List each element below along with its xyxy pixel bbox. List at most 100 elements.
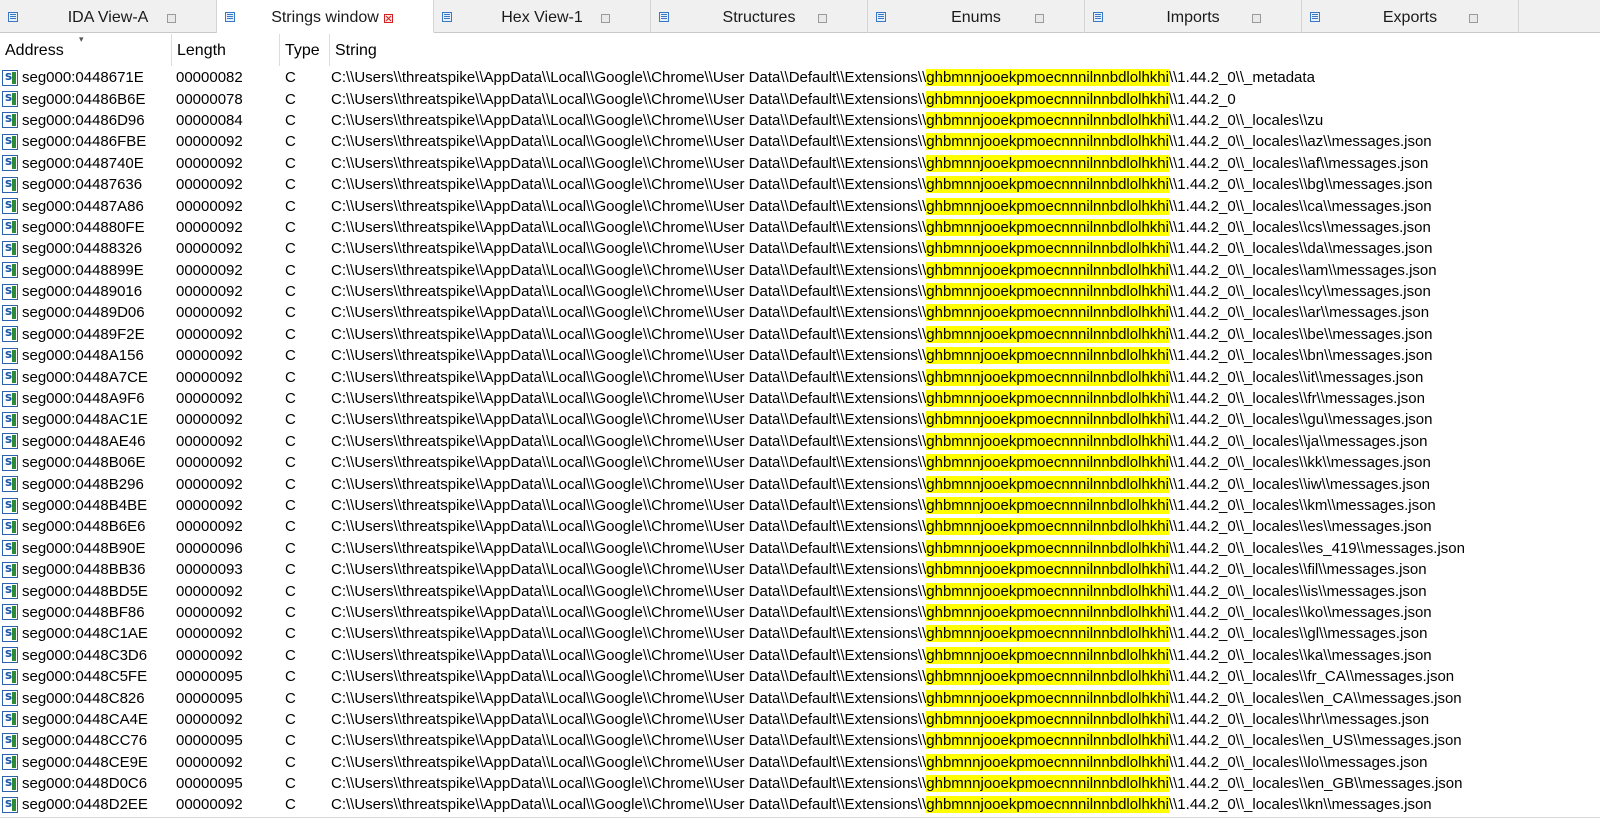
row-string: C:\\Users\\threatspike\\AppData\\Local\\… (330, 197, 1432, 215)
close-icon[interactable] (1252, 14, 1261, 23)
row-address: seg000:0448A9F6 (22, 390, 145, 408)
close-icon[interactable] (1469, 14, 1478, 23)
row-type: C (285, 625, 296, 643)
table-row[interactable]: seg000:04489D06 00000092 C C:\\Users\\threa… (0, 302, 1600, 323)
column-type[interactable]: Type (280, 34, 330, 66)
row-type: C (285, 668, 296, 686)
row-address: seg000:04486FBE (22, 133, 147, 151)
row-type: C (285, 432, 296, 450)
table-row[interactable]: seg000:04488326 00000092 C C:\\Users\\threa… (0, 238, 1600, 259)
string-icon (2, 69, 18, 86)
column-string[interactable]: String (330, 34, 1600, 66)
table-row[interactable]: seg000:0448CE9E 00000092 C C:\\Users\\threa… (0, 752, 1600, 773)
table-row[interactable]: seg000:0448B6E6 00000092 C C:\\Users\\threa… (0, 516, 1600, 537)
table-row[interactable]: seg000:0448B296 00000092 C C:\\Users\\threa… (0, 473, 1600, 494)
row-string: C:\\Users\\threatspike\\AppData\\Local\\… (330, 240, 1432, 258)
table-row[interactable]: seg000:0448BF86 00000092 C C:\\Users\\threa… (0, 602, 1600, 623)
table-row[interactable]: seg000:0448D0C6 00000095 C C:\\Users\\threa… (0, 773, 1600, 794)
table-row[interactable]: seg000:0448BD5E 00000092 C C:\\Users\\threa… (0, 580, 1600, 601)
row-string-suffix: \\1.44.2_0\\_locales\\kk\\messages.json (1168, 454, 1431, 472)
table-row[interactable]: seg000:0448A7CE 00000092 C C:\\Users\\threa… (0, 366, 1600, 387)
table-row[interactable]: seg000:0448D2EE 00000092 C C:\\Users\\threa… (0, 794, 1600, 815)
row-string-suffix: \\1.44.2_0\\_locales\\bg\\messages.json (1168, 176, 1433, 194)
tab-label: Imports (1166, 9, 1220, 26)
table-row[interactable]: seg000:0448740E 00000092 C C:\\Users\\threa… (0, 153, 1600, 174)
table-row[interactable]: seg000:0448C826 00000095 C C:\\Users\\threa… (0, 687, 1600, 708)
table-row[interactable]: seg000:0448CC76 00000095 C C:\\Users\\threa… (0, 730, 1600, 751)
table-row[interactable]: seg000:0448A9F6 00000092 C C:\\Users\\threa… (0, 388, 1600, 409)
row-type: C (285, 197, 296, 215)
row-string-prefix: C:\\Users\\threatspike\\AppData\\Local\\… (331, 197, 927, 215)
row-length: 00000092 (176, 411, 243, 429)
row-address: seg000:0448671E (22, 69, 144, 87)
table-row[interactable]: seg000:04487636 00000092 C C:\\Users\\threa… (0, 174, 1600, 195)
row-string-suffix: \\1.44.2_0\\_locales\\be\\messages.json (1168, 325, 1433, 343)
row-length: 00000092 (176, 475, 243, 493)
tab-imports[interactable]: Imports (1085, 0, 1302, 33)
table-row[interactable]: seg000:0448C1AE 00000092 C C:\\Users\\threa… (0, 623, 1600, 644)
row-address: seg000:04486D96 (22, 111, 145, 129)
table-row[interactable]: seg000:04486D96 00000084 C C:\\Users\\threa… (0, 110, 1600, 131)
column-length[interactable]: Length (172, 34, 280, 66)
table-row[interactable]: seg000:04486B6E 00000078 C C:\\Users\\threa… (0, 88, 1600, 109)
row-length: 00000092 (176, 646, 243, 664)
table-row[interactable]: seg000:0448C5FE 00000095 C C:\\Users\\threa… (0, 666, 1600, 687)
row-string: C:\\Users\\threatspike\\AppData\\Local\\… (330, 689, 1462, 707)
string-icon (2, 432, 18, 450)
row-string-suffix: \\1.44.2_0\\_locales\\es_419\\messages.j… (1168, 539, 1465, 557)
row-string-suffix: \\1.44.2_0\\_locales\\kn\\messages.json (1168, 796, 1432, 814)
table-row[interactable]: seg000:0448899E 00000092 C C:\\Users\\threa… (0, 260, 1600, 281)
row-string-suffix: \\1.44.2_0\\_locales\\ca\\messages.json (1168, 197, 1432, 215)
row-length: 00000095 (176, 775, 243, 793)
table-row[interactable]: seg000:04486FBE 00000092 C C:\\Users\\threa… (0, 131, 1600, 152)
row-type: C (285, 261, 296, 279)
table-row[interactable]: seg000:0448B90E 00000096 C C:\\Users\\threa… (0, 538, 1600, 559)
tab-strings-window[interactable]: Strings window (217, 0, 434, 33)
table-row[interactable]: seg000:04487A86 00000092 C C:\\Users\\threa… (0, 195, 1600, 216)
row-string: C:\\Users\\threatspike\\AppData\\Local\\… (330, 90, 1236, 108)
close-icon[interactable] (1035, 14, 1044, 23)
row-length: 00000092 (176, 261, 243, 279)
tab-ida-view-a[interactable]: IDA View-A (0, 0, 217, 33)
divider (0, 817, 1600, 818)
string-icon (2, 411, 18, 428)
string-icon (2, 497, 18, 514)
tab-enums[interactable]: Enums (868, 0, 1085, 33)
close-icon[interactable] (818, 14, 827, 23)
close-icon[interactable] (601, 14, 610, 23)
row-string-prefix: C:\\Users\\threatspike\\AppData\\Local\\… (331, 218, 927, 236)
table-row[interactable]: seg000:0448CA4E 00000092 C C:\\Users\\threa… (0, 709, 1600, 730)
tab-structures[interactable]: Structures (651, 0, 868, 33)
row-address: seg000:0448D2EE (22, 796, 148, 814)
row-string-highlight: ghbmnnjooekpmoecnnnilnnbdlolhkhi (926, 154, 1169, 172)
table-row[interactable]: seg000:0448BB36 00000093 C C:\\Users\\threa… (0, 559, 1600, 580)
tab-exports[interactable]: Exports (1302, 0, 1519, 33)
table-row[interactable]: seg000:0448AE46 00000092 C C:\\Users\\threa… (0, 431, 1600, 452)
table-row[interactable]: seg000:0448C3D6 00000092 C C:\\Users\\threa… (0, 645, 1600, 666)
row-string-highlight: ghbmnnjooekpmoecnnnilnnbdlolhkhi (926, 90, 1169, 108)
row-type: C (285, 475, 296, 493)
table-row[interactable]: seg000:0448AC1E 00000092 C C:\\Users\\threa… (0, 409, 1600, 430)
column-address[interactable]: Address ▾ (0, 34, 172, 66)
row-length: 00000092 (176, 240, 243, 258)
table-row[interactable]: seg000:0448B06E 00000092 C C:\\Users\\threa… (0, 452, 1600, 473)
string-icon (2, 646, 18, 664)
row-string-highlight: ghbmnnjooekpmoecnnnilnnbdlolhkhi (926, 176, 1169, 194)
close-icon[interactable] (384, 14, 393, 23)
row-type: C (285, 561, 296, 579)
row-string-highlight: ghbmnnjooekpmoecnnnilnnbdlolhkhi (926, 796, 1169, 814)
string-icon (2, 539, 18, 557)
table-row[interactable]: seg000:04489016 00000092 C C:\\Users\\threa… (0, 281, 1600, 302)
row-string-highlight: ghbmnnjooekpmoecnnnilnnbdlolhkhi (926, 390, 1169, 408)
row-string: C:\\Users\\threatspike\\AppData\\Local\\… (330, 775, 1462, 793)
tab-hex-view-1[interactable]: Hex View-1 (434, 0, 651, 33)
table-row[interactable]: seg000:0448671E 00000082 C C:\\Users\\threa… (0, 67, 1600, 88)
table-row[interactable]: seg000:0448B4BE 00000092 C C:\\Users\\threa… (0, 495, 1600, 516)
table-row[interactable]: seg000:044880FE 00000092 C C:\\Users\\threa… (0, 217, 1600, 238)
row-string: C:\\Users\\threatspike\\AppData\\Local\\… (330, 390, 1425, 408)
close-icon[interactable] (167, 14, 176, 23)
row-address: seg000:0448BF86 (22, 603, 145, 621)
table-row[interactable]: seg000:04489F2E 00000092 C C:\\Users\\threa… (0, 324, 1600, 345)
table-row[interactable]: seg000:0448A156 00000092 C C:\\Users\\threa… (0, 345, 1600, 366)
row-string: C:\\Users\\threatspike\\AppData\\Local\\… (330, 261, 1437, 279)
